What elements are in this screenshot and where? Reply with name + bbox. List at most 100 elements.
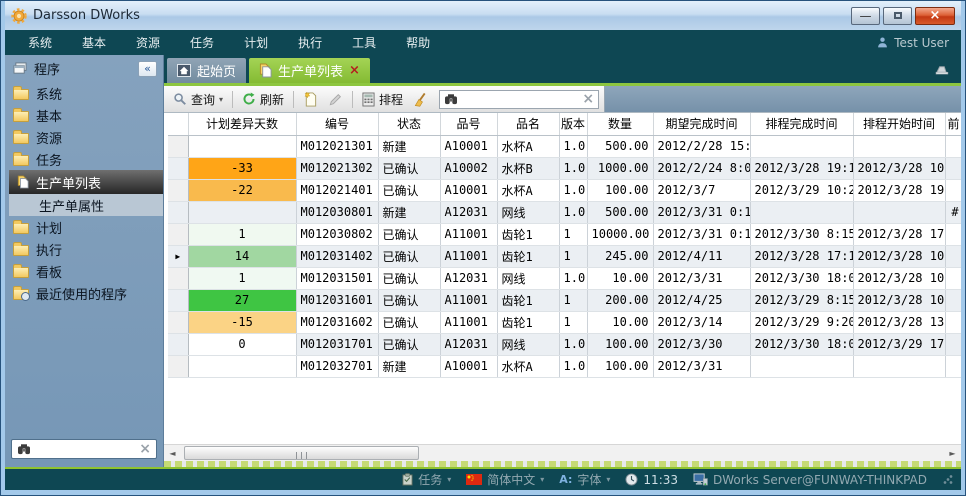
cell-version[interactable]: 1.0 bbox=[559, 157, 587, 179]
cell-overflow[interactable] bbox=[945, 311, 961, 333]
cell-order-code[interactable]: M012021302 bbox=[296, 157, 378, 179]
scrollbar-thumb[interactable] bbox=[184, 446, 419, 460]
tab-close-icon[interactable]: × bbox=[349, 64, 360, 77]
cell-item-name[interactable]: 水杯A bbox=[497, 135, 559, 157]
cell-diff-days[interactable]: -15 bbox=[188, 311, 296, 333]
cell-item-no[interactable]: A11001 bbox=[440, 289, 497, 311]
sidebar-item-3[interactable]: 任务 bbox=[5, 148, 163, 170]
cell-expected-finish[interactable]: 2012/4/25 bbox=[653, 289, 750, 311]
cell-quantity[interactable]: 100.00 bbox=[587, 179, 653, 201]
cell-overflow[interactable] bbox=[945, 223, 961, 245]
cell-scheduled-finish[interactable] bbox=[750, 201, 853, 223]
table-row[interactable]: -15M012031602已确认A11001齿轮1110.002012/3/14… bbox=[168, 311, 961, 333]
cell-scheduled-finish[interactable]: 2012/3/29 10:20 bbox=[750, 179, 853, 201]
cell-order-code[interactable]: M012030802 bbox=[296, 223, 378, 245]
menu-execute[interactable]: 执行 bbox=[283, 34, 337, 51]
close-button[interactable]: × bbox=[915, 7, 955, 25]
cell-scheduled-finish[interactable]: 2012/3/28 17:13 bbox=[750, 245, 853, 267]
cell-item-no[interactable]: A11001 bbox=[440, 311, 497, 333]
cell-status[interactable]: 已确认 bbox=[378, 223, 440, 245]
cell-order-code[interactable]: M012031501 bbox=[296, 267, 378, 289]
cell-version[interactable]: 1.0 bbox=[559, 179, 587, 201]
cell-item-no[interactable]: A12031 bbox=[440, 333, 497, 355]
row-selector[interactable] bbox=[168, 333, 188, 355]
cell-scheduled-finish[interactable] bbox=[750, 135, 853, 157]
schedule-button[interactable]: 排程 bbox=[358, 89, 407, 110]
status-font-dropdown[interactable]: A: 字体 ▾ bbox=[559, 471, 610, 488]
cell-overflow[interactable] bbox=[945, 179, 961, 201]
cell-overflow[interactable] bbox=[945, 245, 961, 267]
cell-scheduled-finish[interactable]: 2012/3/30 18:00 bbox=[750, 333, 853, 355]
column-header-2[interactable]: 编号 bbox=[296, 113, 378, 135]
cell-status[interactable]: 新建 bbox=[378, 355, 440, 377]
cell-quantity[interactable]: 10.00 bbox=[587, 311, 653, 333]
cell-overflow[interactable] bbox=[945, 157, 961, 179]
cell-diff-days[interactable] bbox=[188, 355, 296, 377]
cell-item-name[interactable]: 齿轮1 bbox=[497, 311, 559, 333]
toolbar-search-clear-icon[interactable]: × bbox=[582, 92, 594, 106]
row-selector[interactable] bbox=[168, 311, 188, 333]
cell-expected-finish[interactable]: 2012/2/24 8:00 bbox=[653, 157, 750, 179]
menu-plan[interactable]: 计划 bbox=[229, 34, 283, 51]
cell-item-name[interactable]: 网线 bbox=[497, 267, 559, 289]
cell-version[interactable]: 1.0 bbox=[559, 201, 587, 223]
tab-production-order-list[interactable]: 生产单列表 × bbox=[249, 58, 370, 83]
menu-resource[interactable]: 资源 bbox=[121, 34, 175, 51]
column-header-8[interactable]: 期望完成时间 bbox=[653, 113, 750, 135]
sidebar-item-1[interactable]: 基本 bbox=[5, 104, 163, 126]
cell-item-name[interactable]: 网线 bbox=[497, 333, 559, 355]
cell-version[interactable]: 1 bbox=[559, 245, 587, 267]
cell-item-name[interactable]: 水杯A bbox=[497, 355, 559, 377]
cell-item-name[interactable]: 水杯A bbox=[497, 179, 559, 201]
sidebar-search-clear-icon[interactable]: × bbox=[139, 442, 151, 456]
cell-order-code[interactable]: M012031701 bbox=[296, 333, 378, 355]
cell-order-code[interactable]: M012030801 bbox=[296, 201, 378, 223]
cell-status[interactable]: 已确认 bbox=[378, 311, 440, 333]
cell-scheduled-finish[interactable]: 2012/3/30 8:15 bbox=[750, 223, 853, 245]
cell-status[interactable]: 已确认 bbox=[378, 333, 440, 355]
cell-diff-days[interactable]: -22 bbox=[188, 179, 296, 201]
cell-quantity[interactable]: 500.00 bbox=[587, 201, 653, 223]
cell-item-no[interactable]: A10001 bbox=[440, 179, 497, 201]
status-server[interactable]: DWorks Server@FUNWAY-THINKPAD bbox=[693, 473, 927, 487]
menu-help[interactable]: 帮助 bbox=[391, 34, 445, 51]
table-row[interactable]: 0M012031701已确认A12031网线1.0100.002012/3/30… bbox=[168, 333, 961, 355]
cell-expected-finish[interactable]: 2012/3/31 bbox=[653, 355, 750, 377]
cell-expected-finish[interactable]: 2012/3/31 bbox=[653, 267, 750, 289]
cell-overflow[interactable]: # bbox=[945, 201, 961, 223]
sidebar-item-4[interactable]: 生产单列表 bbox=[9, 170, 163, 194]
column-header-11[interactable]: 前 bbox=[945, 113, 961, 135]
table-row[interactable]: 1M012031501已确认A12031网线1.010.002012/3/312… bbox=[168, 267, 961, 289]
cell-status[interactable]: 新建 bbox=[378, 201, 440, 223]
cell-status[interactable]: 已确认 bbox=[378, 157, 440, 179]
cell-item-no[interactable]: A10001 bbox=[440, 355, 497, 377]
cell-scheduled-start[interactable] bbox=[853, 355, 945, 377]
cell-scheduled-finish[interactable] bbox=[750, 355, 853, 377]
edit-button[interactable] bbox=[324, 90, 347, 109]
cell-overflow[interactable] bbox=[945, 289, 961, 311]
cell-item-no[interactable]: A10002 bbox=[440, 157, 497, 179]
table-row[interactable]: M012030801新建A12031网线1.0500.002012/3/31 0… bbox=[168, 201, 961, 223]
cell-expected-finish[interactable]: 2012/3/31 0:10 bbox=[653, 201, 750, 223]
sidebar-collapse-icon[interactable]: « bbox=[138, 61, 157, 77]
cell-quantity[interactable]: 245.00 bbox=[587, 245, 653, 267]
sidebar-item-2[interactable]: 资源 bbox=[5, 126, 163, 148]
column-header-10[interactable]: 排程开始时间 bbox=[853, 113, 945, 135]
cell-quantity[interactable]: 500.00 bbox=[587, 135, 653, 157]
toolbar-search-input[interactable] bbox=[462, 92, 578, 106]
cell-expected-finish[interactable]: 2012/4/11 bbox=[653, 245, 750, 267]
column-header-6[interactable]: 版本 bbox=[559, 113, 587, 135]
table-row[interactable]: ▶14M012031402已确认A11001齿轮11245.002012/4/1… bbox=[168, 245, 961, 267]
status-language-dropdown[interactable]: 简体中文 ▾ bbox=[466, 471, 544, 488]
sidebar-item-5[interactable]: 生产单属性 bbox=[9, 194, 163, 216]
status-clock[interactable]: 11:33 bbox=[625, 473, 678, 487]
current-user[interactable]: Test User bbox=[876, 36, 953, 50]
cell-order-code[interactable]: M012021301 bbox=[296, 135, 378, 157]
cell-status[interactable]: 已确认 bbox=[378, 267, 440, 289]
cell-version[interactable]: 1 bbox=[559, 289, 587, 311]
cell-overflow[interactable] bbox=[945, 333, 961, 355]
maximize-button[interactable] bbox=[883, 7, 912, 25]
cell-version[interactable]: 1.0 bbox=[559, 333, 587, 355]
cell-item-no[interactable]: A12031 bbox=[440, 267, 497, 289]
cell-quantity[interactable]: 1000.00 bbox=[587, 157, 653, 179]
